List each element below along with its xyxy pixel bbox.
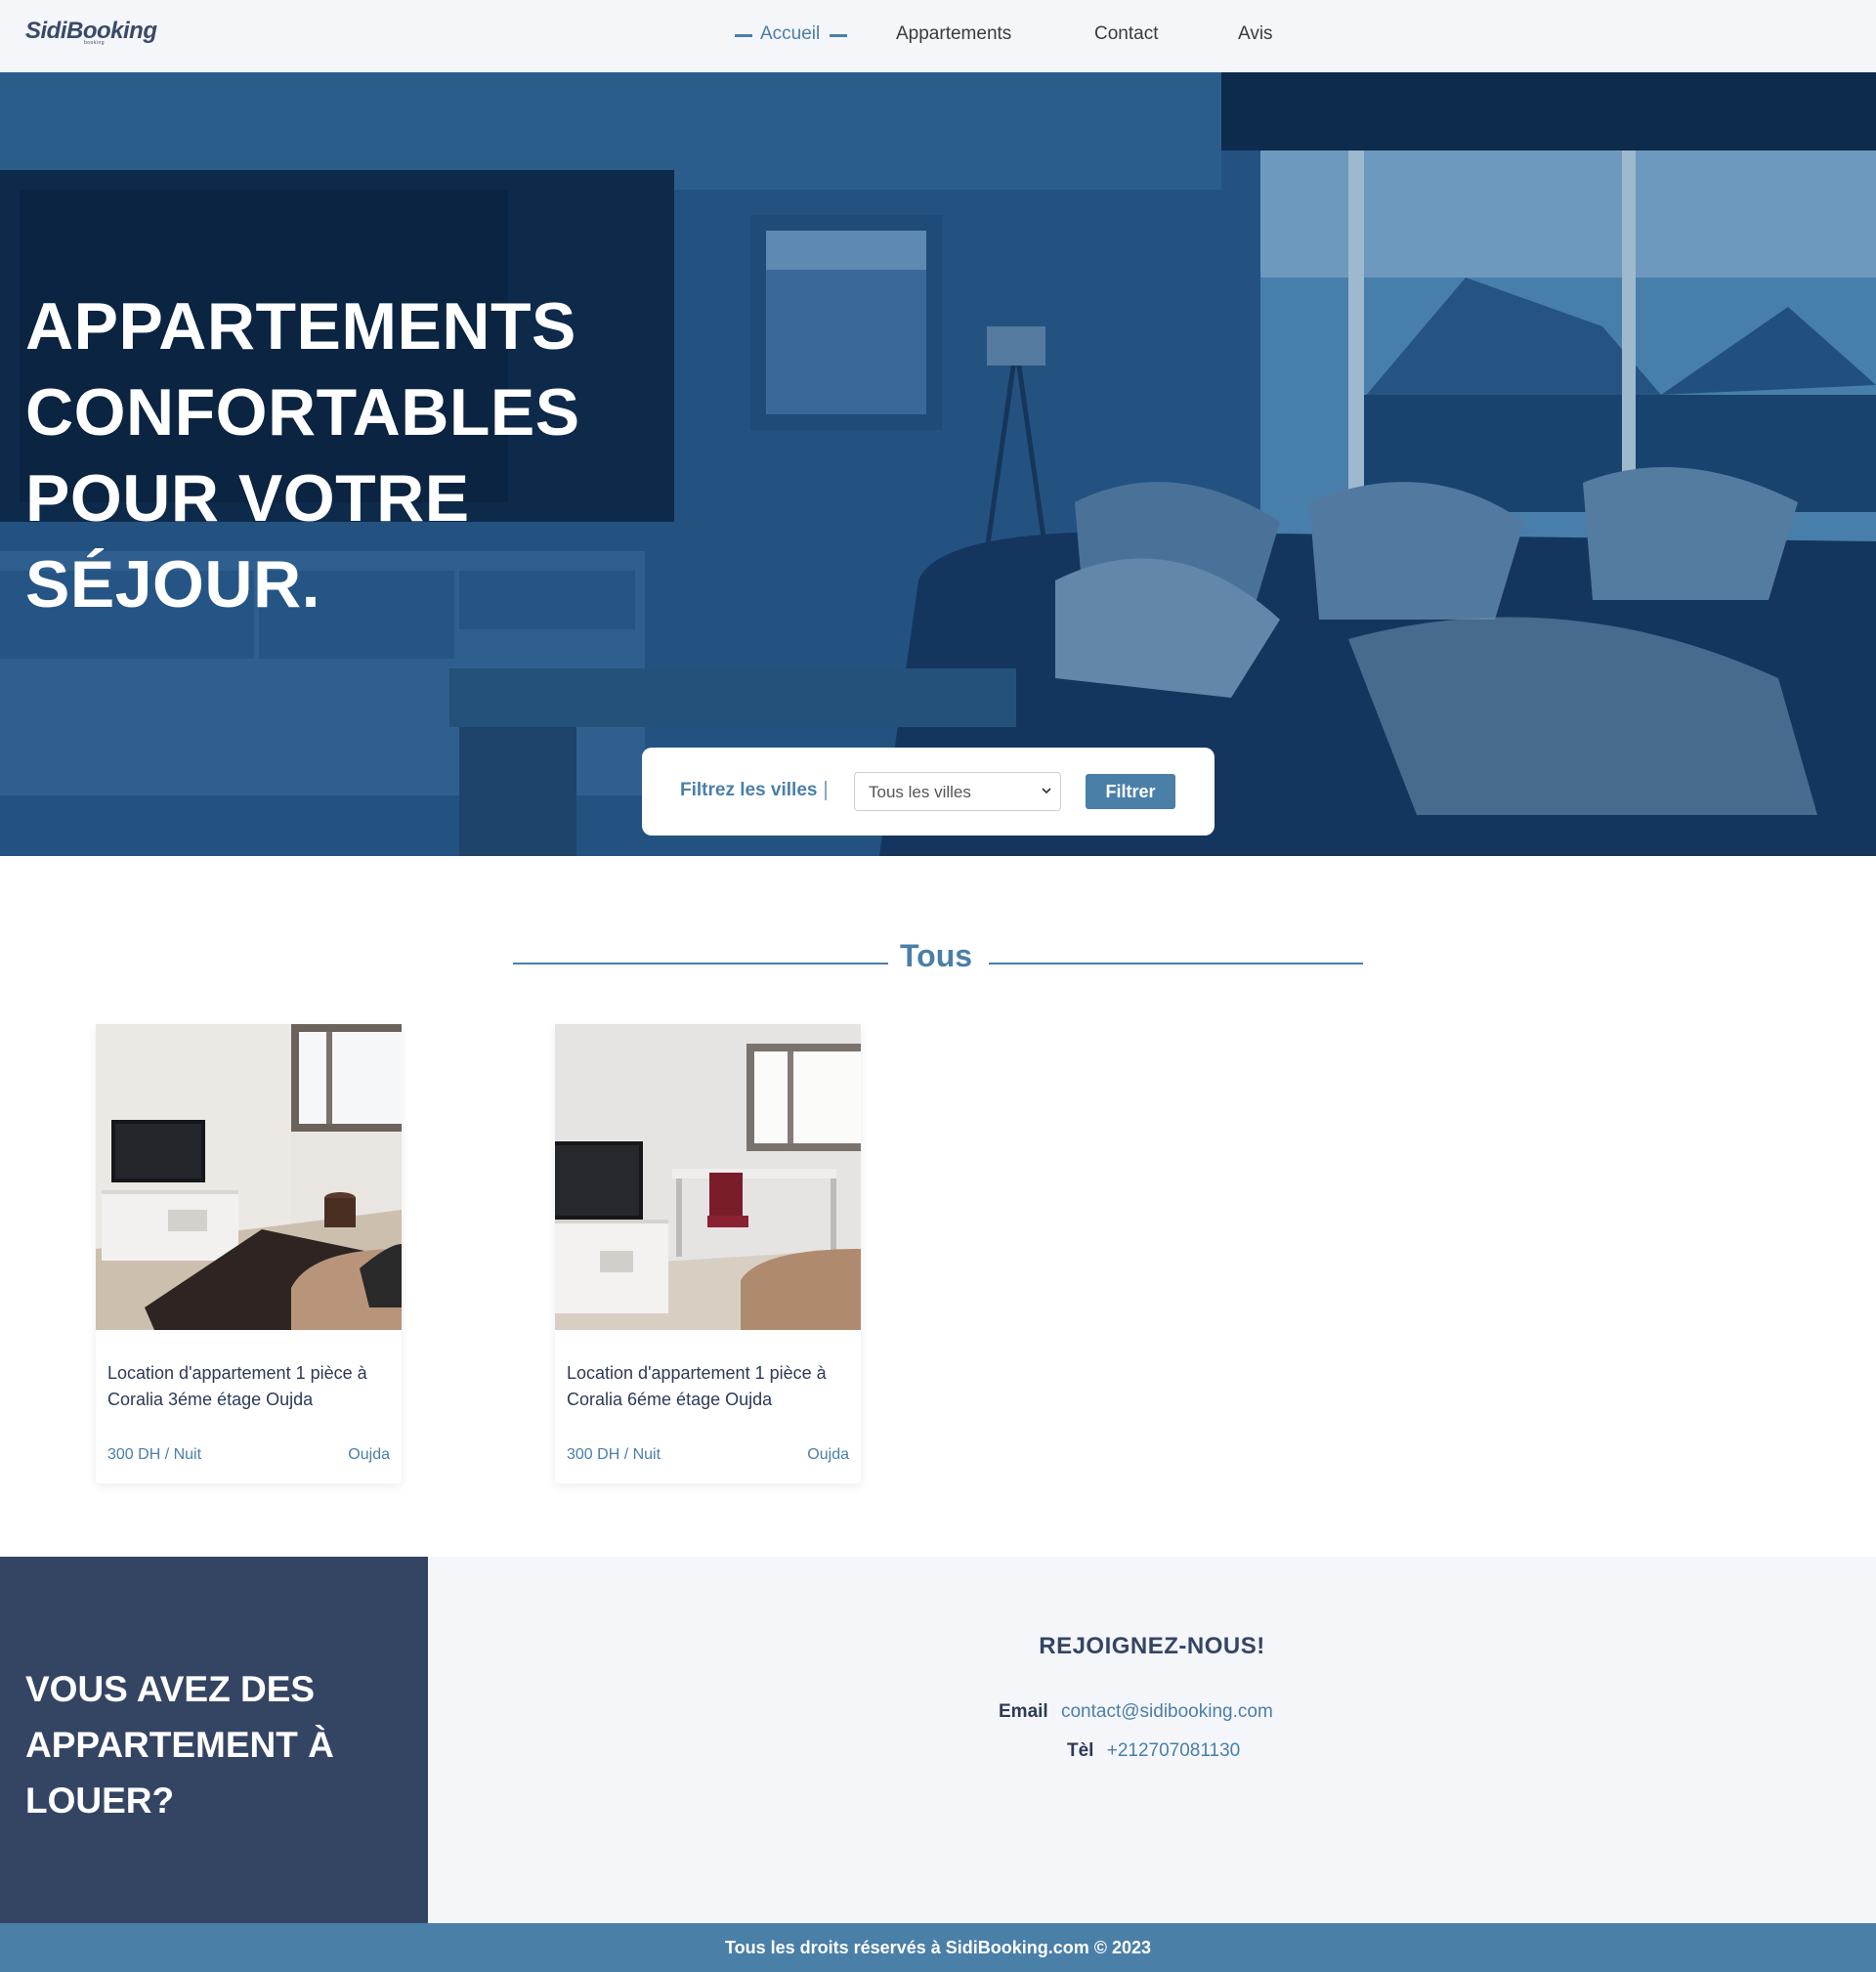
nav-item-appartements[interactable]: Appartements: [896, 23, 1011, 45]
listing-city: Oujda: [348, 1446, 390, 1463]
hero-title: APPARTEMENTS CONFORTABLES POUR VOTRE SÉJ…: [25, 283, 709, 627]
nav-item-avis[interactable]: Avis: [1238, 23, 1273, 45]
filter-separator: [825, 781, 827, 800]
section-divider-right: [989, 963, 1363, 965]
copyright-footer: Tous les droits réservés à SidiBooking.c…: [0, 1923, 1876, 1972]
listing-title[interactable]: Location d'appartement 1 pièce à Coralia…: [107, 1360, 391, 1413]
join-us-title: REJOIGNEZ-NOUS!: [1039, 1633, 1265, 1659]
hero-section: APPARTEMENTS CONFORTABLES POUR VOTRE SÉJ…: [0, 72, 1876, 856]
listing-card[interactable]: Location d'appartement 1 pièce à Coralia…: [555, 1024, 861, 1483]
city-filter-box: Filtrez les villes Tous les villes Filtr…: [642, 748, 1215, 836]
filter-label: Filtrez les villes: [680, 780, 818, 800]
listing-city: Oujda: [807, 1446, 849, 1463]
listing-title[interactable]: Location d'appartement 1 pièce à Coralia…: [567, 1360, 850, 1413]
host-cta-title: VOUS AVEZ DES APPARTEMENT À LOUER?: [25, 1669, 334, 1821]
logo-subtitle: booking: [84, 40, 106, 46]
city-select-value: Tous les villes: [869, 783, 971, 801]
section-divider-left: [513, 963, 888, 965]
hero-title-line: SÉJOUR.: [25, 547, 321, 622]
listing-card[interactable]: Location d'appartement 1 pièce à Coralia…: [96, 1024, 402, 1483]
hero-title-line: POUR VOTRE: [25, 461, 470, 536]
tel-label: Tèl: [1067, 1740, 1094, 1761]
contact-email-row: Email contact@sidibooking.com: [999, 1701, 1273, 1723]
tel-link[interactable]: +212707081130: [1107, 1740, 1241, 1761]
nav-item-accueil[interactable]: Accueil: [760, 23, 820, 45]
chevron-down-icon: [1042, 788, 1051, 794]
email-label: Email: [999, 1701, 1048, 1722]
listing-price: 300 DH / Nuit: [107, 1446, 202, 1463]
nav-active-dash-left: [735, 34, 752, 37]
hero-title-line: APPARTEMENTS: [25, 289, 576, 364]
listing-photo[interactable]: [96, 1024, 402, 1330]
listing-price: 300 DH / Nuit: [567, 1446, 661, 1463]
filter-button[interactable]: Filtrer: [1086, 774, 1175, 809]
nav-active-dash-right: [830, 34, 847, 37]
navbar: SidiBooking booking Accueil Appartements…: [0, 0, 1876, 72]
email-link[interactable]: contact@sidibooking.com: [1061, 1701, 1273, 1722]
nav-item-contact[interactable]: Contact: [1094, 23, 1158, 45]
listing-photo[interactable]: [555, 1024, 861, 1330]
contact-tel-row: Tèl +212707081130: [1067, 1740, 1240, 1762]
hero-title-line: CONFORTABLES: [25, 375, 580, 450]
city-select[interactable]: Tous les villes: [854, 772, 1061, 811]
host-cta-panel: VOUS AVEZ DES APPARTEMENT À LOUER?: [0, 1557, 428, 1923]
join-us-panel: REJOIGNEZ-NOUS! Email contact@sidibookin…: [428, 1557, 1876, 1923]
section-title: Tous: [900, 938, 973, 973]
